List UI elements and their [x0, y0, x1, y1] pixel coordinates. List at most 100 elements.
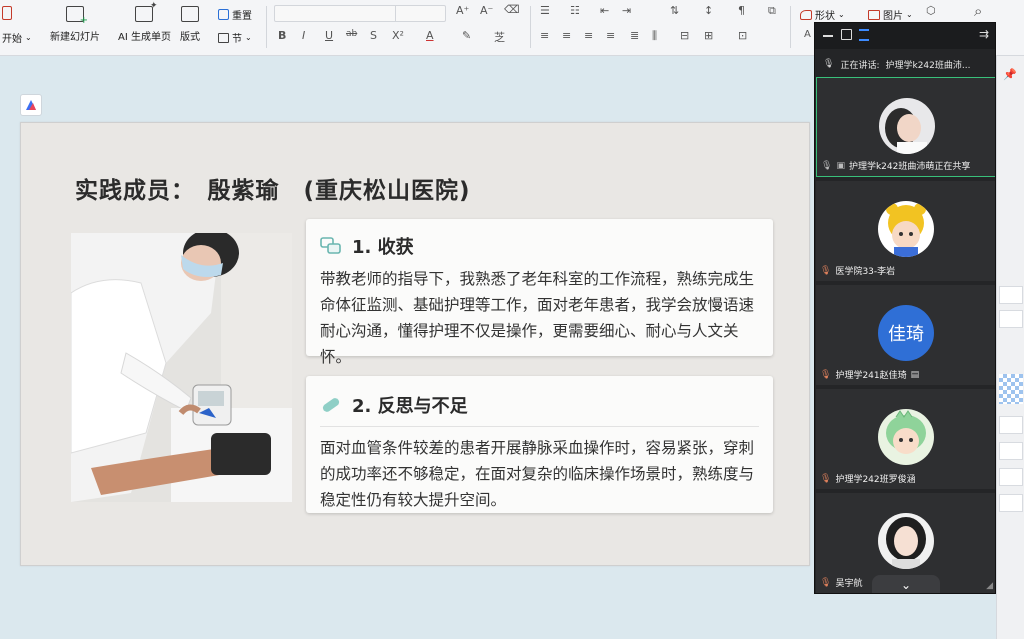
chevron-down-icon: ⌄ [25, 33, 32, 42]
layout-toggle-icon[interactable]: ⇉ [979, 27, 989, 41]
layout-button[interactable]: 版式 [180, 6, 200, 43]
text-direction-icon[interactable]: ⇅ [670, 4, 679, 17]
picture-button[interactable]: 图片 ⌄ [868, 7, 913, 22]
copy-format-icon[interactable]: ⧉ [768, 4, 776, 18]
picture-label: 图片 [883, 11, 903, 22]
font-color-icon[interactable]: A [426, 29, 434, 42]
mic-muted-icon: 🎙 [820, 577, 832, 588]
minimize-icon[interactable] [823, 35, 833, 37]
mic-muted-icon: 🎙 [820, 265, 832, 276]
reset-label: 重置 [232, 11, 252, 22]
italic-icon[interactable]: I [302, 29, 305, 42]
reflection-heading: 2. 反思与不足 [352, 396, 468, 417]
layout-icon [181, 6, 199, 22]
mic-muted-icon: 🎙 [820, 473, 832, 484]
bold-icon[interactable]: B [278, 29, 286, 42]
clear-format-icon[interactable]: ⌫ [504, 3, 520, 16]
pattern-swatch[interactable] [999, 374, 1023, 404]
shape-button[interactable]: 形状 ⌄ [800, 7, 845, 22]
avatar: 佳琦 [878, 305, 934, 361]
line-spacing-icon[interactable]: ↕ [704, 4, 713, 17]
window-icon[interactable] [841, 29, 852, 40]
font-name-select[interactable] [274, 5, 446, 22]
ai-logo-icon [26, 100, 36, 110]
participant-tile[interactable]: 佳琦 🎙 护理学241赵佳琦 ▤ [816, 285, 995, 385]
nurse-blood-pressure-image [71, 233, 292, 502]
paragraph-icon[interactable]: ¶ [738, 4, 745, 17]
nurse-photo [71, 233, 292, 502]
mic-muted-icon: 🎙 [820, 369, 832, 380]
increase-font-icon[interactable]: A⁺ [456, 4, 469, 17]
decrease-font-icon[interactable]: A⁻ [480, 4, 493, 17]
right-side-pane: 📌 [996, 56, 1024, 639]
new-slide-label: 新建幻灯片 [50, 32, 100, 43]
align-left-icon[interactable]: ≡ [540, 29, 549, 42]
char-spacing-icon[interactable]: 芝 [494, 29, 505, 45]
columns-icon[interactable]: ⫼ [652, 29, 657, 43]
reflection-card: 2. 反思与不足 面对血管条件较差的患者开展静脉采血操作时，容易紧张，穿刺的成功… [306, 376, 773, 513]
slide-title: 实践成员： 殷紫瑜 (重庆松山医院) [75, 178, 471, 204]
highlight-icon[interactable]: ✎ [462, 29, 471, 42]
start-menu-button[interactable]: 开始 ⌄ [2, 30, 32, 45]
layout-label: 版式 [180, 32, 200, 43]
mic-icon: 🎙 [823, 59, 835, 69]
align-center-icon[interactable]: ≡ [562, 29, 571, 42]
list-view-icon[interactable] [859, 29, 869, 41]
numbered-list-icon[interactable]: ☷ [570, 4, 580, 17]
property-cell [999, 310, 1023, 328]
chevron-down-icon: ⌄ [900, 578, 912, 592]
slide[interactable]: 实践成员： 殷紫瑜 (重庆松山医院) 1. 收获 带教老师的指导下，我熟悉了老年… [20, 122, 810, 566]
align-right-icon[interactable]: ≡ [584, 29, 593, 42]
device-icon: ▤ [910, 369, 920, 380]
section-icon [218, 32, 229, 43]
meeting-titlebar: ⇉ [815, 23, 995, 49]
textbox-icon[interactable]: ⊞ [704, 29, 713, 42]
ai-page-button[interactable]: ✦ AI 生成单页 [118, 1, 171, 43]
shadow-icon[interactable]: S [370, 29, 377, 42]
section-button[interactable]: 节 ⌄ [218, 30, 252, 45]
smart-art-icon[interactable]: ⊡ [738, 29, 747, 42]
slide-ai-button[interactable] [20, 94, 42, 116]
search-icon[interactable]: ⌕ [974, 2, 982, 20]
pin-icon[interactable]: 📌 [1003, 68, 1017, 81]
increase-indent-icon[interactable]: ⇥ [622, 4, 631, 17]
participant-name: 护理学242班罗俊涵 [835, 475, 916, 485]
speaking-indicator: 🎙 正在讲话: 护理学k242班曲沛... [815, 53, 995, 75]
mic-icon: 🎙 [821, 160, 833, 171]
collapse-button[interactable]: ⌄ [872, 575, 940, 593]
new-slide-button[interactable]: + 新建幻灯片 [50, 6, 100, 43]
distribute-icon[interactable]: ≣ [630, 29, 639, 42]
picture-icon [868, 9, 880, 20]
underline-icon[interactable]: U [325, 29, 333, 42]
new-slide-icon: + [66, 6, 88, 26]
fill-icon[interactable]: ⬡ [926, 4, 936, 17]
resize-handle-icon[interactable]: ◢ [986, 581, 993, 591]
speaking-name: 护理学k242班曲沛... [885, 60, 971, 71]
valign-icon[interactable]: ⊟ [680, 29, 689, 42]
speaking-label: 正在讲话: [840, 60, 880, 71]
chat-bubbles-icon [320, 237, 341, 254]
property-cell [999, 468, 1023, 486]
ribbon-divider [790, 6, 791, 48]
participant-tile[interactable]: 🎙 医学院33-李岩 [816, 181, 995, 281]
textbox-a-icon[interactable]: A [804, 29, 811, 40]
section-label: 节 [232, 34, 242, 45]
property-cell [999, 442, 1023, 460]
shape-icon [800, 9, 812, 20]
ai-page-icon: ✦ [135, 1, 157, 22]
avatar [878, 513, 934, 569]
participant-tile[interactable]: 🎙 护理学242班罗俊涵 [816, 389, 995, 489]
property-cell [999, 416, 1023, 434]
participant-tile[interactable]: 🎙 ▣ 护理学k242班曲沛萌正在共享 [816, 77, 995, 177]
meeting-panel: ⇉ 🎙 正在讲话: 护理学k242班曲沛... 🎙 ▣ 护理学k242班曲沛萌正在共… [814, 22, 996, 594]
justify-icon[interactable]: ≡ [606, 29, 615, 42]
reset-button[interactable]: 重置 [218, 7, 252, 22]
participant-name: 吴宇航 [835, 579, 863, 589]
superscript-icon[interactable]: X² [392, 29, 404, 42]
reset-icon [218, 9, 229, 20]
strikethrough-icon[interactable]: ab [346, 29, 357, 39]
decrease-indent-icon[interactable]: ⇤ [600, 4, 609, 17]
bullet-list-icon[interactable]: ☰ [540, 4, 550, 17]
harvest-heading: 1. 收获 [352, 237, 414, 258]
avatar [878, 201, 934, 257]
